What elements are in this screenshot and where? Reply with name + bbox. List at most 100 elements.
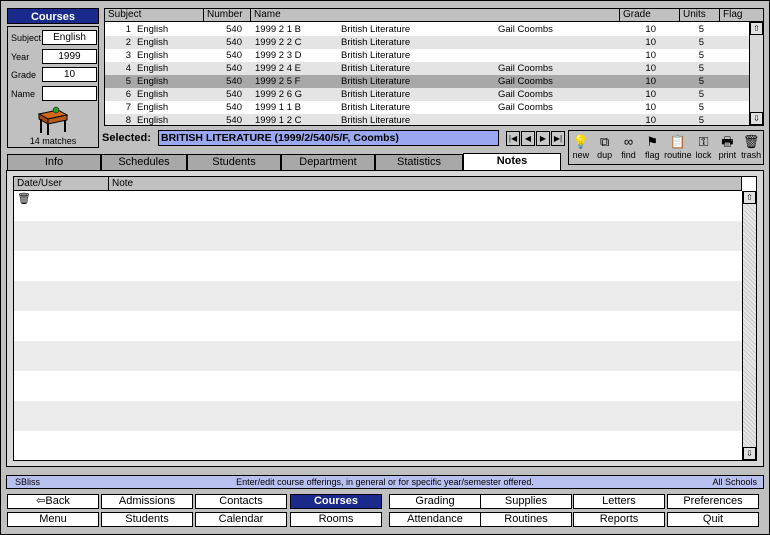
- name-field[interactable]: [42, 86, 97, 101]
- nav-attendance-button[interactable]: Attendance: [389, 512, 481, 527]
- subject-field[interactable]: English: [42, 30, 97, 45]
- col-header-grade[interactable]: Grade: [620, 9, 680, 22]
- nav-menu-button[interactable]: Menu: [7, 512, 99, 527]
- cell-units: 5: [698, 63, 704, 74]
- tab-schedules[interactable]: Schedules: [101, 154, 187, 170]
- nav-routines-button[interactable]: Routines: [480, 512, 572, 527]
- dup-button[interactable]: ⧉ dup: [593, 131, 617, 164]
- table-row[interactable]: 4 English 540 1999 2 4 E British Literature G…: [105, 62, 749, 75]
- nav-back-button[interactable]: ⇦Back: [7, 494, 99, 509]
- list-item[interactable]: [14, 281, 742, 311]
- nav-reports-button[interactable]: Reports: [573, 512, 665, 527]
- col-header-date-user[interactable]: Date/User: [14, 177, 109, 191]
- cell-grade: 10: [645, 24, 656, 35]
- notes-scroll-down-button[interactable]: ⇩: [743, 447, 756, 460]
- year-field[interactable]: 1999: [42, 49, 97, 64]
- cell-teacher: Gail Coombs: [498, 89, 553, 100]
- col-header-name[interactable]: Name: [251, 9, 620, 22]
- tab-statistics[interactable]: Statistics: [375, 154, 463, 170]
- nav-supplies-button[interactable]: Supplies: [480, 494, 572, 509]
- table-row[interactable]: 8 English 540 1999 1 2 C British Literature 1…: [105, 114, 749, 126]
- list-item[interactable]: [14, 311, 742, 341]
- nav-quit-button[interactable]: Quit: [667, 512, 759, 527]
- table-row[interactable]: 3 English 540 1999 2 3 D British Literature 1…: [105, 49, 749, 62]
- tab-info[interactable]: Info: [7, 154, 101, 170]
- cell-number: 540: [226, 24, 242, 35]
- nav-label: Reports: [599, 513, 639, 525]
- nav-students-button[interactable]: Students: [101, 512, 193, 527]
- nav-contacts-button[interactable]: Contacts: [195, 494, 287, 509]
- table-row[interactable]: 1 English 540 1999 2 1 B British Literature G…: [105, 23, 749, 36]
- tab-department[interactable]: Department: [281, 154, 375, 170]
- col-header-subject[interactable]: Subject: [105, 9, 204, 22]
- col-header-note[interactable]: Note: [109, 177, 742, 191]
- table-row[interactable]: 2 English 540 1999 2 2 C British Literature 1…: [105, 36, 749, 49]
- notes-scroll-up-button[interactable]: ⇧: [743, 191, 756, 204]
- list-item[interactable]: [14, 251, 742, 281]
- nav-label: Routines: [504, 513, 548, 525]
- cell-subject: English: [137, 89, 169, 100]
- nav-grading-button[interactable]: Grading: [389, 494, 481, 509]
- scroll-down-button[interactable]: ⇩: [750, 112, 763, 125]
- new-button[interactable]: 💡 new: [569, 131, 593, 164]
- last-record-button[interactable]: ▶|: [551, 131, 565, 146]
- next-record-button[interactable]: ▶: [536, 131, 550, 146]
- nav-label: Calendar: [218, 513, 264, 525]
- panel-title: Courses: [7, 8, 99, 24]
- cell-grade: 10: [645, 89, 656, 100]
- nav-label: Quit: [702, 513, 724, 525]
- list-item[interactable]: [14, 191, 742, 221]
- cell-title: British Literature: [341, 76, 411, 87]
- list-item[interactable]: [14, 221, 742, 251]
- cell-title: British Literature: [341, 24, 411, 35]
- cell-n: 5: [125, 76, 131, 87]
- key-icon: ⚿: [698, 134, 709, 149]
- col-header-number[interactable]: Number: [204, 9, 251, 22]
- cell-title: British Literature: [341, 50, 411, 61]
- printer-icon: 🖶: [721, 134, 734, 149]
- nav-letters-button[interactable]: Letters: [573, 494, 665, 509]
- routine-button[interactable]: 📋 routine: [664, 131, 692, 164]
- nav-label: Rooms: [318, 513, 354, 525]
- grade-field[interactable]: 10: [42, 67, 97, 82]
- cell-subject: English: [137, 37, 169, 48]
- print-button[interactable]: 🖶 print: [715, 131, 739, 164]
- cell-number: 540: [226, 50, 242, 61]
- cell-subject: English: [137, 63, 169, 74]
- course-list-scrollbar[interactable]: ⇧ ⇩: [749, 22, 763, 125]
- tab-students[interactable]: Students: [187, 154, 281, 170]
- table-row[interactable]: 6 English 540 1999 2 6 G British Literature G…: [105, 88, 749, 101]
- cell-number: 540: [226, 115, 242, 126]
- nav-courses-button[interactable]: Courses: [290, 494, 382, 509]
- cell-subject: English: [137, 24, 169, 35]
- table-row[interactable]: 5 English 540 1999 2 5 F British Literature G…: [105, 75, 749, 88]
- nav-calendar-button[interactable]: Calendar: [195, 512, 287, 527]
- nav-rooms-button[interactable]: Rooms: [290, 512, 382, 527]
- lock-button[interactable]: ⚿ lock: [692, 131, 716, 164]
- flag-button[interactable]: ⚑ flag: [640, 131, 664, 164]
- nav-preferences-button[interactable]: Preferences: [667, 494, 759, 509]
- list-item[interactable]: [14, 341, 742, 371]
- cell-n: 4: [125, 63, 131, 74]
- first-record-button[interactable]: |◀: [506, 131, 520, 146]
- trash-icon[interactable]: 🗑: [17, 192, 31, 205]
- cell-teacher: Gail Coombs: [498, 63, 553, 74]
- table-row[interactable]: 7 English 540 1999 1 1 B British Literature G…: [105, 101, 749, 114]
- tab-notes[interactable]: Notes: [463, 153, 561, 171]
- cell-n: 2: [125, 37, 131, 48]
- cell-code: 1999 2 4 E: [255, 63, 301, 74]
- col-header-units[interactable]: Units: [680, 9, 720, 22]
- duplicate-icon: ⧉: [600, 134, 610, 149]
- col-header-flag[interactable]: Flag: [720, 9, 763, 22]
- prev-record-button[interactable]: ◀: [521, 131, 535, 146]
- nav-admissions-button[interactable]: Admissions: [101, 494, 193, 509]
- school-desk-icon: [37, 106, 69, 135]
- list-item[interactable]: [14, 401, 742, 431]
- tool-label: trash: [741, 150, 762, 160]
- list-item[interactable]: [14, 431, 742, 460]
- notes-scrollbar[interactable]: ⇧ ⇩: [742, 191, 756, 460]
- trash-button[interactable]: 🗑 trash: [739, 131, 763, 164]
- list-item[interactable]: [14, 371, 742, 401]
- find-button[interactable]: ∞ find: [617, 131, 641, 164]
- scroll-up-button[interactable]: ⇧: [750, 22, 763, 35]
